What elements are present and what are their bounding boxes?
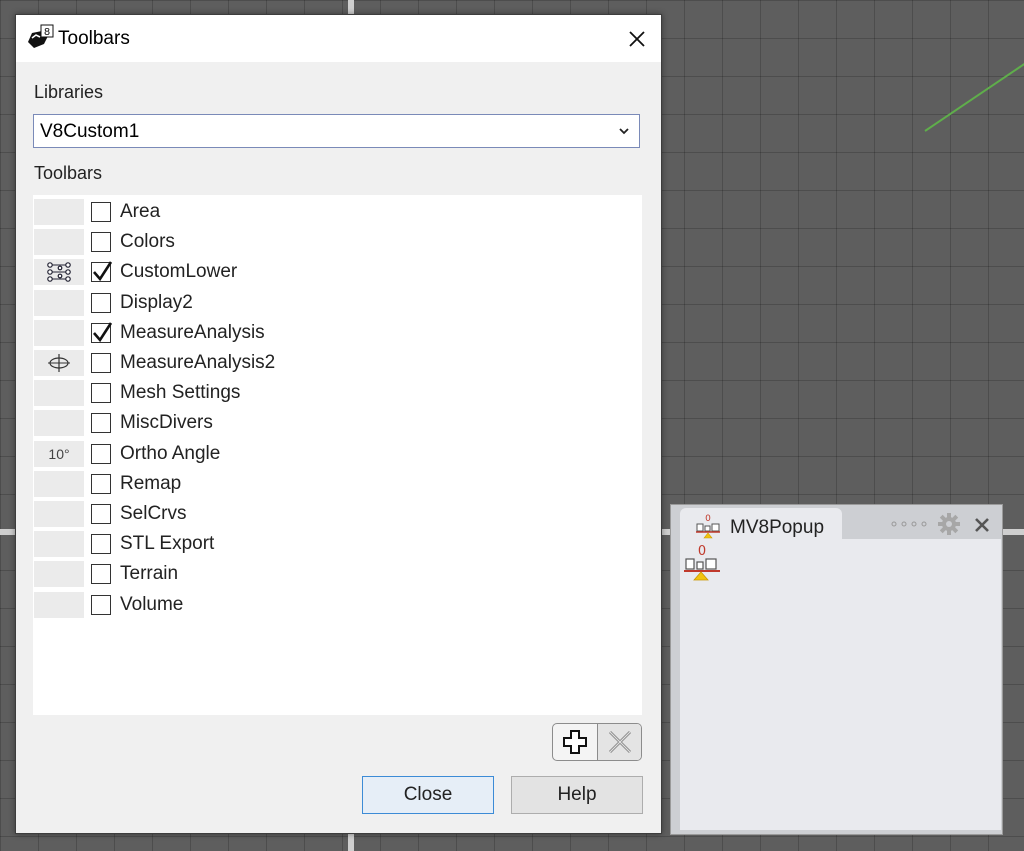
toolbar-row[interactable]: MeasureAnalysis2 [33, 348, 642, 378]
toolbar-row[interactable]: MeasureAnalysis [33, 318, 642, 348]
toolbar-checkbox[interactable] [91, 473, 111, 494]
toolbar-icon-placeholder [34, 319, 84, 346]
dialog-titlebar: 8 Toolbars [16, 15, 661, 62]
checkmark-icon [93, 322, 113, 342]
help-button[interactable]: Help [511, 776, 643, 814]
chevron-down-icon [619, 128, 629, 135]
angle-icon-text: 10° [48, 445, 70, 462]
toolbar-icon-placeholder [34, 199, 84, 225]
toolbar-icon-placeholder [34, 470, 84, 497]
toolbar-checkbox[interactable] [91, 232, 111, 253]
toolbar-icon-placeholder [34, 591, 84, 618]
popup-scale-icon: 0 [684, 544, 720, 581]
panel-close-icon[interactable] [971, 514, 993, 536]
library-select[interactable]: V8Custom1 [33, 114, 640, 148]
toolbar-icon-placeholder [34, 380, 84, 407]
mv8popup-panel: 0 MV8Popup 0 [670, 504, 1003, 835]
toolbar-icon-placeholder [34, 531, 84, 558]
toolbar-label: MeasureAnalysis [120, 321, 265, 343]
toolbar-row[interactable]: STL Export [33, 529, 642, 559]
toolbars-label: Toolbars [34, 163, 103, 183]
toolbar-row[interactable]: Terrain [33, 559, 642, 589]
toolbar-icon-placeholder [34, 561, 84, 588]
toolbar-icon-placeholder [34, 410, 84, 437]
delete-toolbar-button[interactable] [598, 724, 641, 760]
toolbar-row[interactable]: Mesh Settings [33, 378, 642, 408]
nodes-icon [34, 259, 84, 286]
toolbar-checkbox[interactable] [91, 443, 111, 464]
add-toolbar-button[interactable] [553, 724, 598, 760]
toolbars-dialog: 8 Toolbars Libraries V8Custom1 Toolbars … [15, 14, 662, 834]
panel-body [680, 539, 1001, 830]
svg-text:8: 8 [44, 27, 50, 38]
toolbar-checkbox[interactable] [91, 413, 111, 434]
measure-circle-icon [34, 350, 84, 376]
toolbar-checkbox[interactable] [91, 564, 111, 585]
toolbar-checkbox[interactable] [91, 202, 111, 222]
dialog-close-button[interactable] [619, 21, 655, 57]
popup-scale-icon: 0 [696, 514, 720, 539]
toolbar-label: STL Export [120, 533, 215, 555]
angle-text-icon: 10° [34, 440, 84, 467]
toolbar-label: Ortho Angle [120, 442, 221, 464]
mv8popup-toolbar-button[interactable]: 0 [684, 542, 720, 586]
toolbar-action-group [552, 723, 642, 761]
toolbar-row[interactable]: Volume [33, 590, 642, 620]
toolbar-label: Mesh Settings [120, 382, 241, 404]
gear-icon[interactable] [937, 512, 961, 536]
toolbar-label: SelCrvs [120, 503, 187, 524]
plus-icon [563, 730, 587, 754]
y-axis-line [924, 57, 1024, 132]
toolbar-checkbox[interactable] [91, 261, 113, 283]
viewport-divider-horizontal-right [1003, 529, 1024, 535]
libraries-label: Libraries [34, 82, 104, 102]
panel-tab[interactable]: 0 MV8Popup [680, 508, 842, 542]
toolbar-checkbox[interactable] [91, 594, 111, 615]
panel-tab-label: MV8Popup [730, 517, 825, 538]
toolbar-label: Display2 [120, 291, 193, 313]
viewport-divider-vertical-bottom [348, 832, 354, 851]
toolbar-row[interactable]: 10° Ortho Angle [33, 439, 642, 469]
toolbar-row[interactable]: SelCrvs [33, 499, 642, 529]
toolbar-row[interactable]: Remap [33, 469, 642, 499]
toolbar-list[interactable]: Area Colors CustomLower Display2 MeasureAnal… [33, 195, 642, 715]
toolbar-label: MiscDivers [120, 412, 213, 434]
toolbar-checkbox[interactable] [91, 322, 113, 343]
toolbar-row[interactable]: Colors [33, 227, 642, 257]
toolbar-icon-placeholder [34, 501, 84, 527]
toolbar-checkbox[interactable] [91, 383, 111, 404]
toolbar-icon-placeholder [34, 289, 84, 316]
toolbar-label: Volume [120, 593, 184, 615]
viewport-divider-horizontal [0, 529, 15, 535]
library-select-value: V8Custom1 [40, 121, 140, 142]
toolbar-label: Area [120, 201, 161, 222]
toolbar-label: CustomLower [120, 261, 238, 283]
toolbar-label: Terrain [120, 563, 179, 585]
toolbar-label: MeasureAnalysis2 [120, 352, 276, 373]
checkmark-icon [93, 261, 113, 282]
delete-x-icon [608, 730, 632, 754]
toolbar-label: Remap [120, 472, 182, 494]
toolbar-checkbox[interactable] [91, 292, 111, 313]
drag-grip-icon[interactable] [890, 520, 928, 528]
toolbar-checkbox[interactable] [91, 504, 111, 524]
viewport-divider-vertical [348, 0, 354, 14]
rhino-app-icon: 8 [26, 24, 54, 52]
svg-text:0: 0 [705, 514, 711, 524]
toolbar-row[interactable]: CustomLower [33, 257, 642, 287]
toolbar-label: Colors [120, 231, 175, 253]
toolbar-row[interactable]: Area [33, 197, 642, 227]
toolbar-checkbox[interactable] [91, 534, 111, 555]
toolbar-row[interactable]: MiscDivers [33, 408, 642, 438]
toolbar-row[interactable]: Display2 [33, 288, 642, 318]
popup-button-digit: 0 [698, 544, 706, 559]
dialog-title: Toolbars [58, 28, 130, 49]
toolbar-icon-placeholder [34, 229, 84, 256]
toolbar-checkbox[interactable] [91, 353, 111, 373]
close-button[interactable]: Close [362, 776, 494, 814]
